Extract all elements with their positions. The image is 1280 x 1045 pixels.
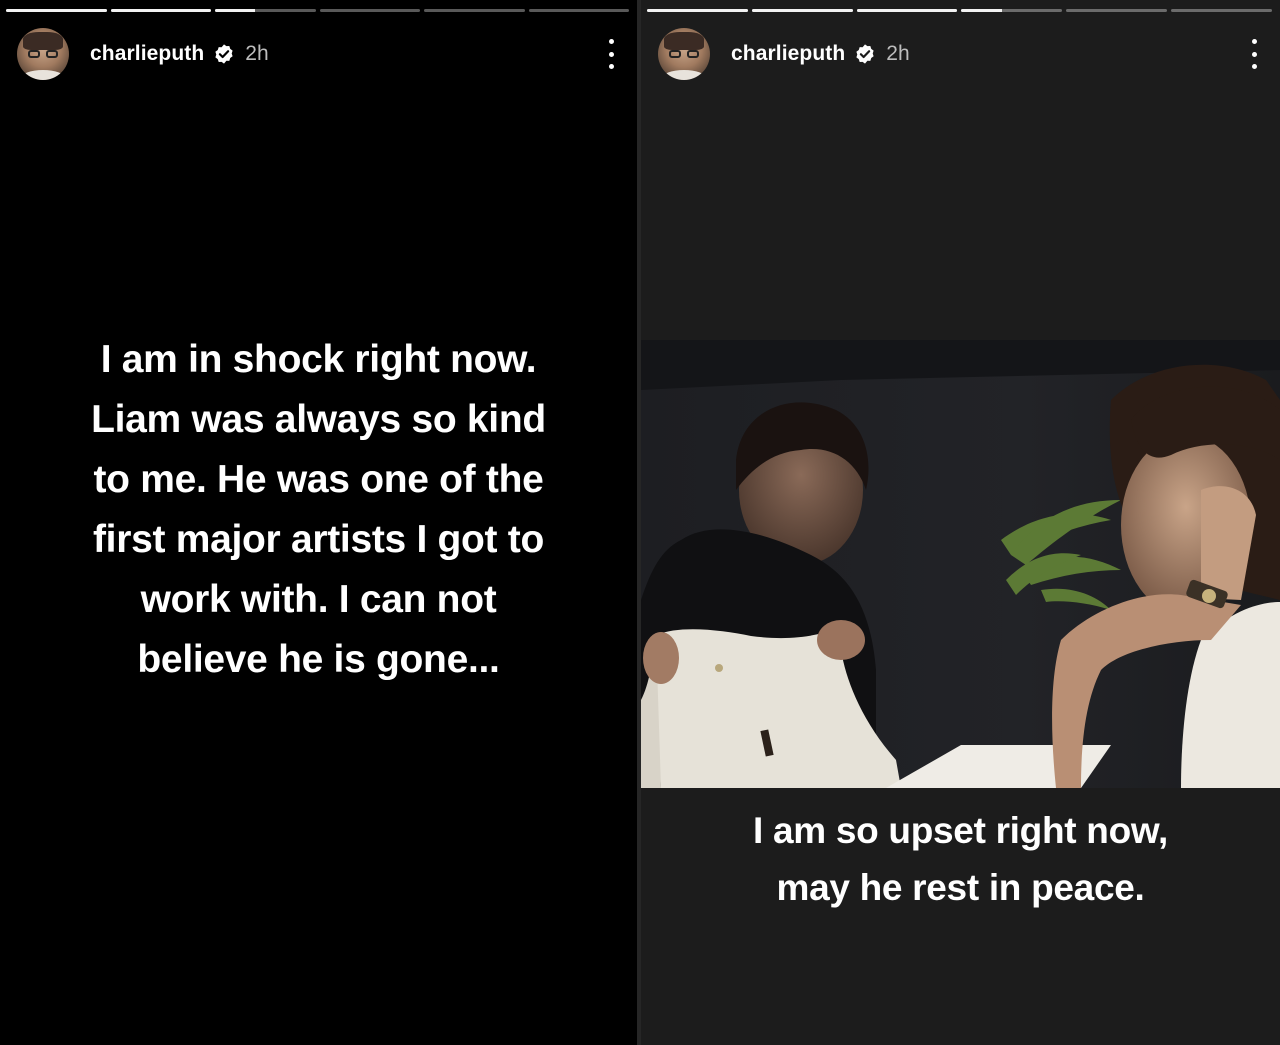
- story-text-line: first major artists I got to: [93, 518, 544, 561]
- video-clip[interactable]: [641, 340, 1280, 788]
- story-text-line: I am in shock right now.: [100, 338, 537, 381]
- story-text-line: to me. He was one of the: [93, 458, 544, 501]
- video-frame-illustration: [641, 340, 1280, 788]
- progress-segment: [647, 9, 748, 12]
- story-text: I am in shock right now. Liam was always…: [0, 330, 637, 690]
- timestamp: 2h: [245, 42, 269, 65]
- story-text-line: may he rest in peace.: [776, 867, 1145, 908]
- story-panel-left[interactable]: charlieputh 2h I am in shock right now. …: [0, 0, 637, 1045]
- progress-segment: [110, 9, 211, 12]
- progress-segment: [319, 9, 420, 12]
- username[interactable]: charlieputh: [731, 42, 845, 66]
- more-options-icon[interactable]: [605, 39, 617, 69]
- avatar[interactable]: [658, 28, 710, 80]
- story-text-line: believe he is gone...: [137, 638, 500, 681]
- story-progress-bar: [6, 9, 629, 12]
- progress-segment: [528, 9, 629, 12]
- avatar[interactable]: [17, 28, 69, 80]
- progress-segment: [856, 9, 958, 12]
- story-header: charlieputh 2h: [17, 27, 617, 81]
- progress-segment: [215, 9, 316, 12]
- story-panel-right[interactable]: charlieputh 2h I am so upset right now, …: [641, 0, 1280, 1045]
- story-text: I am so upset right now, may he rest in …: [641, 802, 1280, 916]
- progress-segment: [424, 9, 525, 12]
- story-header: charlieputh 2h: [658, 27, 1260, 81]
- story-text-line: I am so upset right now,: [753, 810, 1168, 851]
- progress-segment: [751, 9, 853, 12]
- story-progress-bar: [647, 9, 1272, 12]
- progress-segment: [1066, 9, 1168, 12]
- timestamp: 2h: [886, 42, 910, 65]
- progress-segment: [6, 9, 107, 12]
- more-options-icon[interactable]: [1248, 39, 1260, 69]
- verified-badge-icon: [215, 44, 233, 64]
- story-text-line: work with. I can not: [140, 578, 497, 621]
- progress-segment: [1171, 9, 1272, 12]
- story-text-line: Liam was always so kind: [91, 398, 546, 441]
- username[interactable]: charlieputh: [90, 42, 204, 66]
- verified-badge-icon: [856, 44, 874, 64]
- progress-segment: [961, 9, 1063, 12]
